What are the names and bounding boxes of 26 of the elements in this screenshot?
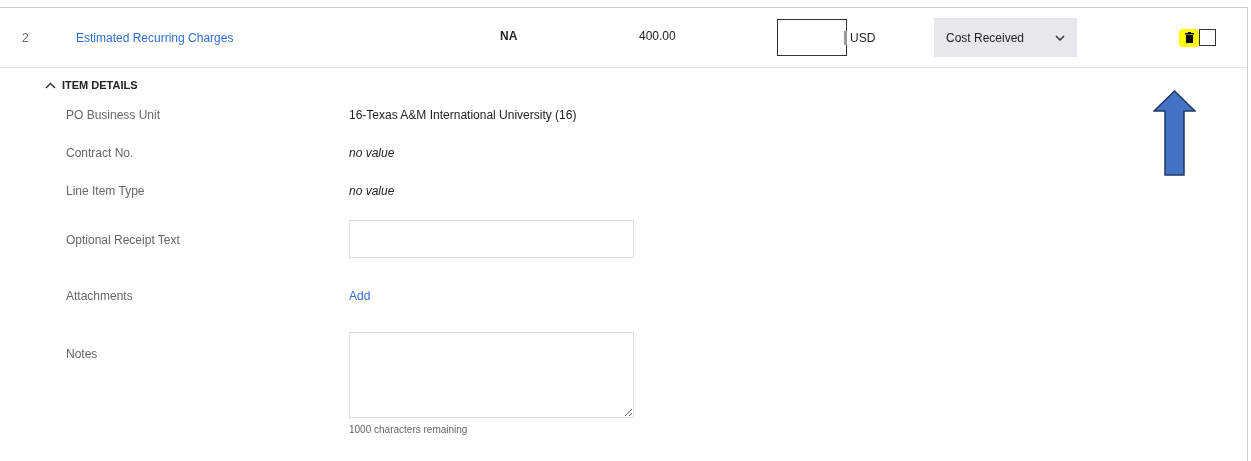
trash-icon (1184, 32, 1194, 43)
add-link[interactable]: Add (349, 286, 371, 305)
field-value: no value (349, 182, 395, 200)
details-toggle[interactable]: ITEM DETAILS (45, 77, 138, 94)
item-link[interactable]: Estimated Recurring Charges (76, 28, 500, 47)
row-number: 2 (21, 29, 30, 47)
status-select[interactable]: Cost Received (934, 18, 1077, 57)
table-cell-text: NA (500, 28, 519, 45)
receipt-text-field[interactable] (349, 219, 634, 258)
field-value: 16-Texas A&M International University (16) (349, 106, 577, 124)
quantity-field[interactable] (777, 19, 847, 56)
field-label: PO Business Unit (66, 106, 162, 124)
delete-button[interactable] (1179, 28, 1199, 47)
notes-field[interactable] (349, 331, 634, 418)
character-counter: 1000 characters remaining (349, 422, 469, 437)
chevron-up-icon (45, 81, 56, 89)
field-label: Optional Receipt Text (66, 231, 181, 249)
chevron-down-icon (1055, 34, 1065, 41)
table-cell-text: 400.00 (639, 28, 677, 45)
field-label: Contract No. (66, 144, 135, 162)
field-label: Notes (66, 345, 99, 363)
row-checkbox[interactable] (1199, 29, 1216, 46)
field-label: Line Item Type (66, 182, 146, 200)
field-value: no value (349, 144, 395, 162)
currency-label: USD (850, 29, 877, 47)
field-label: Attachments (66, 287, 134, 305)
